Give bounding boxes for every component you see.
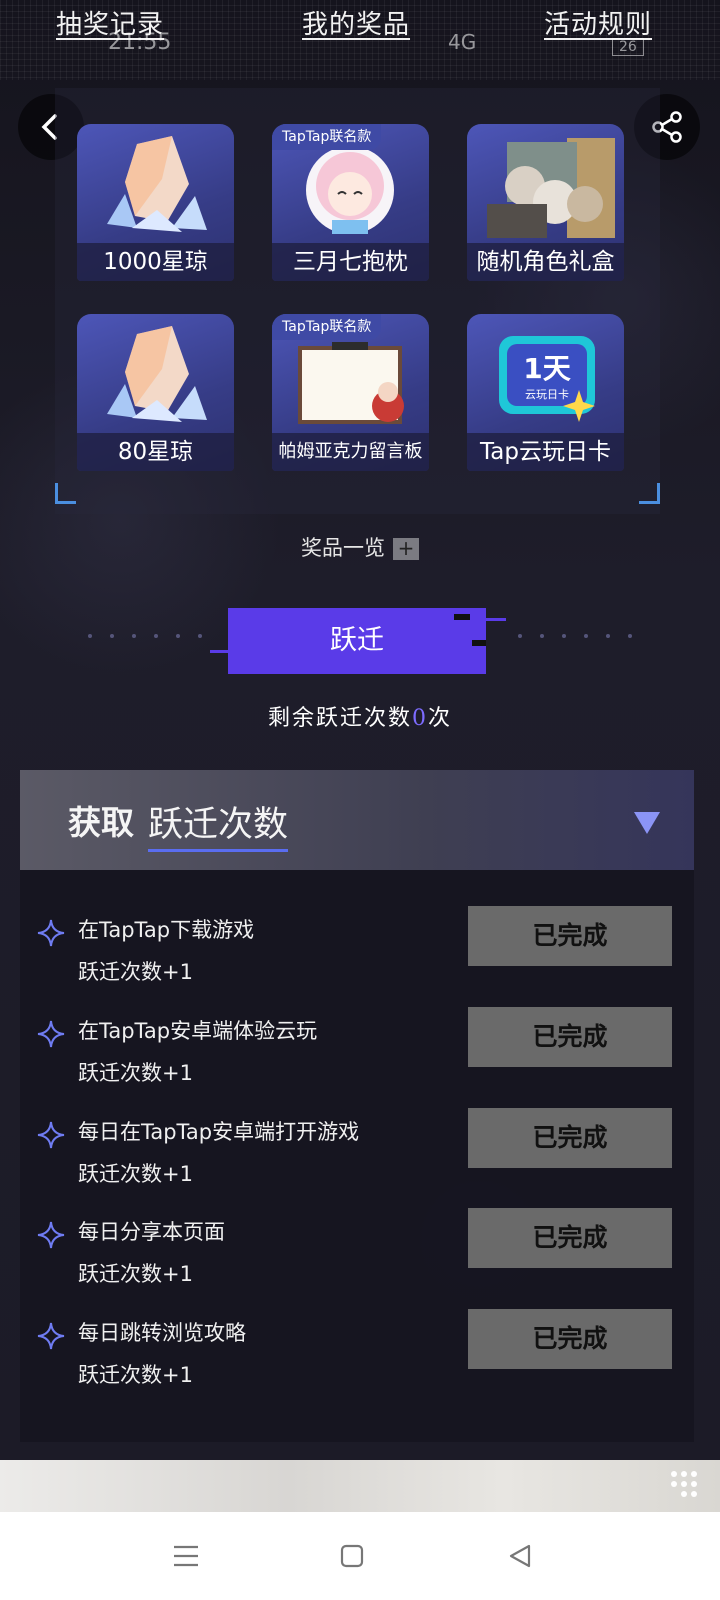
prize-card-pom-pom-board[interactable]: TapTap联名款 帕姆亚克力留言板 [272, 314, 429, 471]
completed-button[interactable]: 已完成 [468, 1108, 672, 1168]
glitch-line [484, 618, 506, 621]
prize-card-tap-cloud-day-pass[interactable]: 1天 云玩日卡 Tap云玩日卡 [467, 314, 624, 471]
home-button[interactable] [332, 1536, 372, 1576]
star-icon [37, 1221, 65, 1249]
prize-card-random-gift-box[interactable]: 随机角色礼盒 [467, 124, 624, 281]
task-title: 每日分享本页面 [78, 1220, 225, 1244]
star-icon [37, 1020, 65, 1048]
remaining-number: 0 [412, 706, 428, 731]
task-reward: 跃迁次数+1 [78, 960, 193, 984]
grid-handle-icon[interactable] [668, 1468, 700, 1500]
prize-card-1000-stellar-jade[interactable]: 1000星琼 [77, 124, 234, 281]
dropdown-triangle-icon[interactable] [634, 812, 660, 834]
corner-mark [55, 483, 76, 504]
menu-icon [174, 1545, 198, 1567]
my-prizes-link[interactable]: 我的奖品 [302, 4, 410, 41]
dotted-line-left [88, 634, 202, 638]
prize-label: 1000星琼 [77, 243, 234, 281]
crystal-icon [107, 326, 207, 422]
crystal-icon [107, 136, 207, 232]
task-reward: 跃迁次数+1 [78, 1363, 193, 1387]
jump-button[interactable]: 跃迁 [228, 608, 486, 674]
task-title: 每日跳转浏览攻略 [78, 1321, 246, 1345]
prize-label: 随机角色礼盒 [467, 243, 624, 281]
prize-card-80-stellar-jade[interactable]: 80星琼 [77, 314, 234, 471]
day-card-icon: 1天 云玩日卡 [499, 336, 595, 422]
menu-button[interactable] [166, 1536, 206, 1576]
prize-card-march7-pillow[interactable]: TapTap联名款 三月七抱枕 [272, 124, 429, 281]
star-icon [37, 1121, 65, 1149]
completed-button[interactable]: 已完成 [468, 1208, 672, 1268]
dotted-line-right [518, 634, 632, 638]
remaining-count: 剩余跃迁次数0次 [0, 700, 720, 732]
completed-button[interactable]: 已完成 [468, 906, 672, 966]
status-signal: 4G [448, 30, 477, 54]
home-icon [340, 1544, 364, 1568]
task-row: 在TapTap安卓端体验云玩 跃迁次数+1 已完成 [20, 1003, 694, 1103]
prize-overview-label: 奖品一览 [301, 536, 385, 560]
status-time: 21:55 [108, 30, 172, 55]
back-nav-button[interactable] [500, 1536, 540, 1576]
task-row: 每日分享本页面 跃迁次数+1 已完成 [20, 1204, 694, 1304]
remaining-prefix: 剩余跃迁次数 [267, 706, 412, 731]
prize-label: 帕姆亚克力留言板 [272, 433, 429, 471]
task-reward: 跃迁次数+1 [78, 1061, 193, 1085]
collab-tag: TapTap联名款 [272, 314, 382, 340]
task-title: 每日在TapTap安卓端打开游戏 [78, 1120, 360, 1144]
prize-label: Tap云玩日卡 [467, 433, 624, 471]
remaining-suffix: 次 [428, 706, 453, 731]
task-title: 在TapTap安卓端体验云玩 [78, 1019, 318, 1043]
glitch-block [454, 614, 470, 620]
collab-tag: TapTap联名款 [272, 124, 382, 150]
prize-overview[interactable]: 奖品一览 + [0, 532, 720, 562]
task-row: 每日跳转浏览攻略 跃迁次数+1 已完成 [20, 1305, 694, 1405]
task-row: 在TapTap下载游戏 跃迁次数+1 已完成 [20, 902, 694, 1002]
task-reward: 跃迁次数+1 [78, 1262, 193, 1286]
prize-label: 三月七抱枕 [272, 243, 429, 281]
plus-icon: + [393, 538, 419, 560]
task-row: 每日在TapTap安卓端打开游戏 跃迁次数+1 已完成 [20, 1104, 694, 1204]
task-title: 在TapTap下载游戏 [78, 918, 255, 942]
status-battery: 26 [612, 38, 644, 56]
corner-mark [639, 483, 660, 504]
day-card-caption: 云玩日卡 [525, 388, 569, 401]
prize-label: 80星琼 [77, 433, 234, 471]
completed-button[interactable]: 已完成 [468, 1309, 672, 1369]
task-list: 在TapTap下载游戏 跃迁次数+1 已完成 在TapTap安卓端体验云玩 跃迁… [20, 870, 694, 1442]
glitch-block [472, 640, 486, 646]
star-icon [37, 1322, 65, 1350]
back-nav-icon [509, 1544, 531, 1568]
task-reward: 跃迁次数+1 [78, 1162, 193, 1186]
completed-button[interactable]: 已完成 [468, 1007, 672, 1067]
system-nav-bar [0, 1512, 720, 1600]
task-section-header[interactable]: 获取 跃迁次数 [20, 770, 694, 870]
footer-strip [0, 1460, 720, 1512]
task-header-title: 跃迁次数 [148, 796, 289, 852]
day-card-days: 1天 [523, 352, 570, 385]
gift-box-icon [487, 138, 615, 238]
task-header-bold: 获取 [68, 803, 134, 842]
star-icon [37, 919, 65, 947]
glitch-line [210, 650, 230, 653]
rules-link[interactable]: 活动规则 [544, 4, 652, 41]
